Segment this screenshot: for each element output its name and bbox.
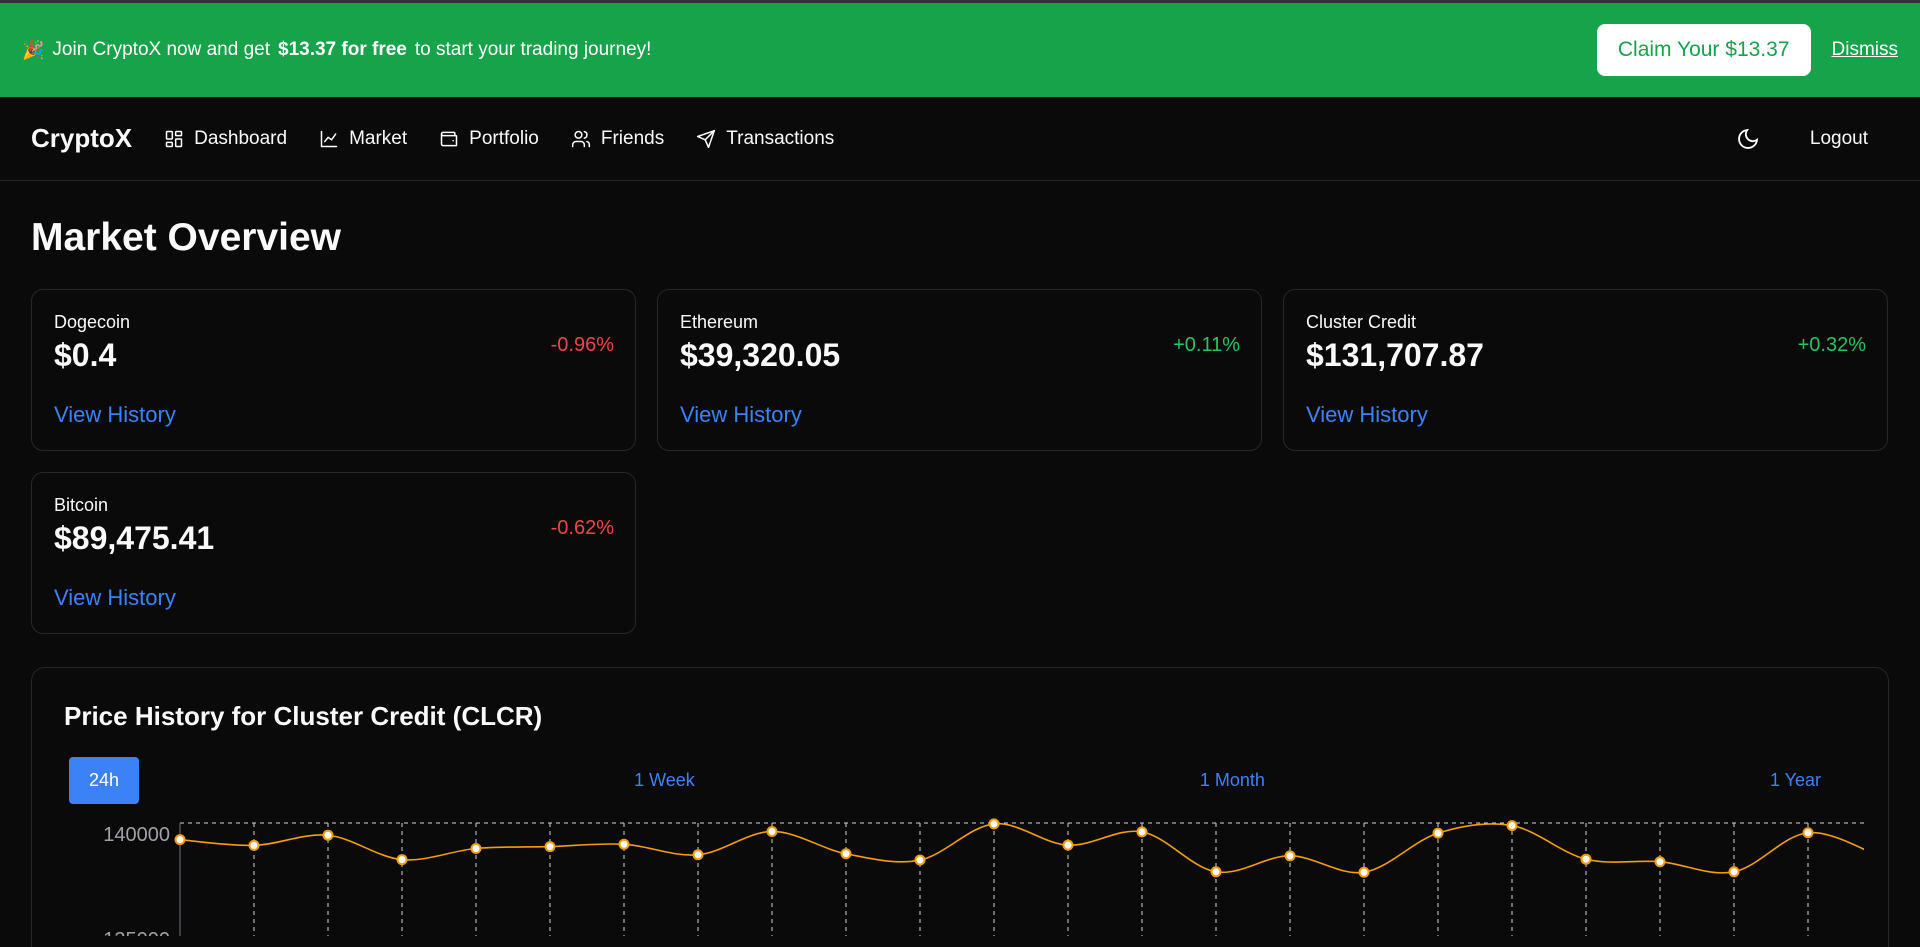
view-history-link[interactable]: View History bbox=[54, 402, 176, 428]
party-popper-icon: 🎉 bbox=[22, 39, 45, 60]
theme-toggle-button[interactable] bbox=[1728, 119, 1768, 159]
price-history-title: Price History for Cluster Credit (CLCR) bbox=[64, 701, 543, 731]
range-1-week-button[interactable]: 1 Week bbox=[624, 757, 705, 804]
coin-price: $39,320.05 bbox=[680, 337, 841, 373]
price-point bbox=[1284, 850, 1296, 862]
price-point bbox=[322, 829, 334, 841]
view-history-link[interactable]: View History bbox=[54, 585, 176, 611]
dashboard-icon bbox=[165, 130, 183, 147]
nav-item-transactions[interactable]: Transactions bbox=[696, 128, 834, 150]
price-point bbox=[1136, 826, 1148, 838]
price-point bbox=[618, 838, 630, 850]
market-card-ethereum: Ethereum $39,320.05 +0.11% View History bbox=[657, 289, 1262, 451]
top-navbar: CryptoX Dashboard Market Portfolio Frien… bbox=[0, 97, 1920, 181]
brand-logo[interactable]: CryptoX bbox=[31, 123, 132, 154]
view-history-link[interactable]: View History bbox=[680, 402, 802, 428]
price-point bbox=[396, 854, 408, 866]
price-point bbox=[1432, 827, 1444, 839]
price-point bbox=[1728, 866, 1740, 878]
price-point bbox=[1580, 853, 1592, 865]
coin-name: Ethereum bbox=[680, 312, 759, 332]
coin-change: +0.32% bbox=[1797, 334, 1866, 356]
page-title: Market Overview bbox=[31, 216, 342, 259]
market-card-cluster-credit: Cluster Credit $131,707.87 +0.32% View H… bbox=[1283, 289, 1888, 451]
coin-price: $89,475.41 bbox=[54, 520, 215, 556]
promo-message: 🎉 Join CryptoX now and get $13.37 for fr… bbox=[22, 39, 651, 61]
coin-change: +0.11% bbox=[1173, 334, 1240, 356]
price-point bbox=[544, 841, 556, 853]
price-point bbox=[1506, 820, 1518, 832]
nav-item-label: Transactions bbox=[726, 127, 835, 149]
coin-price: $131,707.87 bbox=[1306, 337, 1484, 373]
view-history-link[interactable]: View History bbox=[1306, 402, 1428, 428]
nav-item-label: Portfolio bbox=[469, 127, 539, 149]
price-point bbox=[840, 848, 852, 860]
nav-item-label: Friends bbox=[600, 127, 665, 149]
dismiss-link[interactable]: Dismiss bbox=[1832, 39, 1899, 61]
claim-button[interactable]: Claim Your $13.37 bbox=[1596, 24, 1811, 76]
y-tick-label: 140000 bbox=[103, 824, 170, 846]
nav-item-dashboard[interactable]: Dashboard bbox=[164, 128, 287, 150]
promo-text-before: Join CryptoX now and get bbox=[52, 39, 270, 60]
price-point bbox=[766, 825, 778, 837]
coin-name: Cluster Credit bbox=[1306, 312, 1417, 332]
range-1-month-button[interactable]: 1 Month bbox=[1190, 757, 1275, 804]
nav-item-portfolio[interactable]: Portfolio bbox=[439, 128, 539, 150]
y-tick-label: 135000 bbox=[103, 929, 170, 936]
price-point bbox=[1654, 856, 1666, 868]
price-line-series bbox=[179, 823, 1864, 874]
promo-banner: 🎉 Join CryptoX now and get $13.37 for fr… bbox=[0, 3, 1920, 97]
price-point bbox=[1358, 866, 1370, 878]
price-point bbox=[174, 834, 186, 846]
market-card-dogecoin: Dogecoin $0.4 -0.96% View History bbox=[31, 289, 636, 451]
chart-line-icon bbox=[320, 130, 338, 147]
nav-item-friends[interactable]: Friends bbox=[571, 128, 664, 150]
price-point bbox=[988, 818, 1000, 830]
main-content: Market Overview Dogecoin $0.4 -0.96% Vie… bbox=[0, 216, 1920, 947]
market-card-bitcoin: Bitcoin $89,475.41 -0.62% View History bbox=[31, 472, 636, 634]
price-chart: 140000 135000 bbox=[64, 816, 1864, 936]
nav-item-label: Market bbox=[349, 127, 408, 149]
logout-button[interactable]: Logout bbox=[1810, 128, 1868, 150]
price-point bbox=[692, 849, 704, 861]
price-point bbox=[914, 854, 926, 866]
price-point bbox=[1802, 827, 1814, 839]
coin-name: Dogecoin bbox=[54, 312, 131, 332]
promo-actions: Claim Your $13.37 Dismiss bbox=[1596, 24, 1899, 76]
price-point bbox=[1210, 866, 1222, 878]
promo-text-bold: $13.37 for free bbox=[278, 39, 407, 60]
price-point bbox=[470, 842, 482, 854]
coin-change: -0.62% bbox=[550, 517, 614, 539]
promo-text-after: to start your trading journey! bbox=[414, 39, 652, 60]
coin-name: Bitcoin bbox=[54, 495, 109, 515]
moon-icon bbox=[1738, 128, 1758, 149]
wallet-icon bbox=[440, 131, 458, 146]
range-selector: 24h 1 Week 1 Month 1 Year bbox=[64, 757, 1856, 804]
coin-change: -0.96% bbox=[550, 334, 614, 356]
users-icon bbox=[571, 130, 590, 147]
range-1-year-button[interactable]: 1 Year bbox=[1760, 757, 1831, 804]
price-history-panel: Price History for Cluster Credit (CLCR) … bbox=[31, 667, 1889, 947]
coin-price: $0.4 bbox=[54, 337, 117, 373]
nav-item-label: Dashboard bbox=[194, 127, 288, 149]
market-cards: Dogecoin $0.4 -0.96% View History Ethere… bbox=[31, 289, 1889, 634]
price-chart-svg: 140000 135000 bbox=[103, 818, 1864, 936]
nav-item-market[interactable]: Market bbox=[319, 128, 407, 150]
send-icon bbox=[697, 129, 716, 148]
price-point bbox=[248, 839, 260, 851]
price-point bbox=[1062, 839, 1074, 851]
range-24h-button[interactable]: 24h bbox=[69, 757, 140, 804]
